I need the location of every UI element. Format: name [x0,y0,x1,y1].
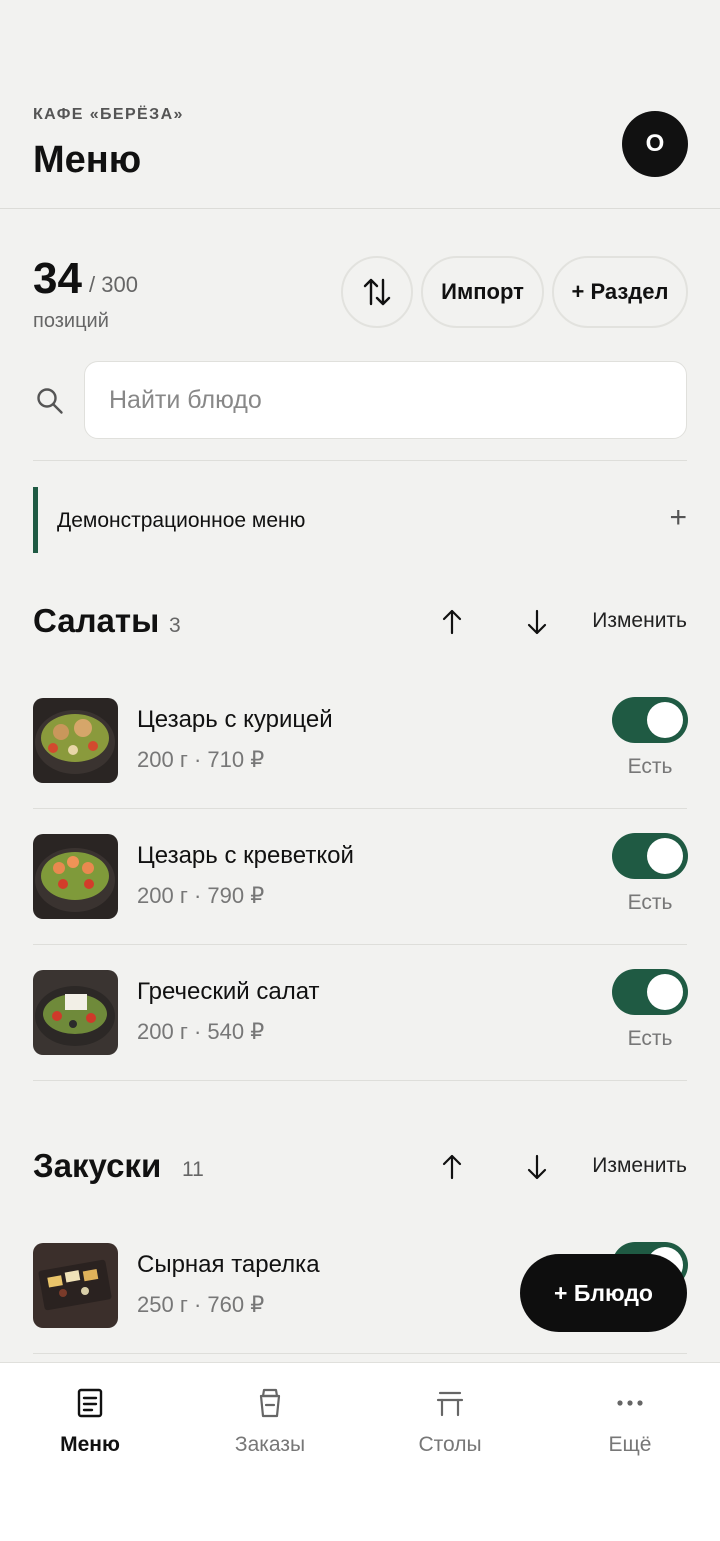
search-input[interactable]: Найти блюдо [84,361,687,439]
availability-toggle[interactable] [612,833,688,879]
tab-more[interactable]: Ещё [540,1363,720,1473]
category-count: 3 [169,614,181,637]
move-down-icon[interactable] [525,608,549,636]
bottom-tab-bar: Меню Заказы Столы Ещё [0,1362,720,1541]
availability-label: Есть [627,755,673,778]
tab-label: Меню [60,1433,120,1456]
table-icon [436,1391,464,1417]
divider [33,808,687,809]
divider [33,460,687,461]
dish-name[interactable]: Цезарь с курицей [137,706,333,734]
dish-photo [33,698,118,783]
tab-label: Столы [418,1433,482,1456]
add-dish-button[interactable]: + Блюдо [520,1254,687,1332]
menu-group-demo[interactable]: Демонстрационное меню + [33,487,687,553]
tab-label: Ещё [608,1433,652,1456]
dish-meta: 200 г · 710 ₽ [137,747,265,772]
items-label: позиций [33,310,109,332]
sort-button[interactable] [341,256,413,328]
availability-toggle[interactable] [612,969,688,1015]
move-up-icon[interactable] [440,608,464,636]
edit-category-button[interactable]: Изменить [592,1154,687,1178]
tab-tables[interactable]: Столы [360,1363,540,1473]
app-header: КАФЕ «БЕРЁЗА» Меню О [0,0,720,209]
category-title: Закуски [33,1147,162,1184]
tab-orders[interactable]: Заказы [180,1363,360,1473]
items-count: 34 [33,254,82,303]
dish-meta: 200 г · 790 ₽ [137,883,265,908]
import-button[interactable]: Импорт [421,256,544,328]
sort-arrows-icon [363,278,391,306]
dish-name[interactable]: Сырная тарелка [137,1251,320,1279]
dish-photo [33,970,118,1055]
add-section-button[interactable]: + Раздел [552,256,688,328]
divider [33,1080,687,1081]
items-total: / 300 [89,272,138,297]
move-down-icon[interactable] [525,1153,549,1181]
menu-group-label: Демонстрационное меню [57,509,306,532]
cafe-name: КАФЕ «БЕРЁЗА» [33,106,184,123]
availability-toggle[interactable] [612,697,688,743]
tab-label: Заказы [234,1433,306,1456]
edit-category-button[interactable]: Изменить [592,609,687,633]
dish-meta: 250 г · 760 ₽ [137,1292,265,1317]
dish-photo [33,1243,118,1328]
more-dots-icon [617,1400,643,1406]
search-icon [37,388,63,414]
dish-meta: 200 г · 540 ₽ [137,1019,265,1044]
tab-menu[interactable]: Меню [0,1363,180,1473]
dish-name[interactable]: Цезарь с креветкой [137,842,354,870]
avatar[interactable]: О [622,111,688,177]
availability-label: Есть [627,1027,673,1050]
move-up-icon[interactable] [440,1153,464,1181]
add-to-group-button[interactable]: + [669,501,687,535]
bag-icon [259,1388,281,1418]
page-title: Меню [33,139,142,181]
dish-photo [33,834,118,919]
availability-label: Есть [627,891,673,914]
dish-name[interactable]: Греческий салат [137,978,320,1006]
category-count: 11 [182,1158,204,1181]
category-title: Салаты [33,602,160,639]
divider [33,1353,687,1354]
menu-doc-icon [77,1388,103,1418]
divider [33,944,687,945]
